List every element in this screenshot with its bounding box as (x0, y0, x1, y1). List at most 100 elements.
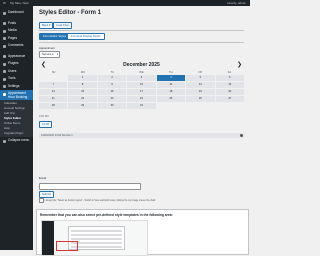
template-preview-image[interactable] (41, 220, 148, 256)
page-title: Styles Editor - Form 1 (39, 10, 102, 16)
sidebar-item-label: Appointment Hour Booking (8, 91, 28, 99)
calendar-day[interactable]: 6 (215, 75, 244, 81)
calendar-icon (2, 92, 6, 96)
remove-icon[interactable] (240, 134, 243, 137)
selected-slot-bar: 12/04/2025 14:00 Service 1 (39, 133, 244, 138)
sidebar-item-media[interactable]: Media (0, 27, 33, 35)
chevron-down-icon: ▾ (56, 53, 58, 56)
selected-slot-text: 12/04/2025 14:00 Service 1 (41, 134, 73, 137)
calendar-day[interactable]: 10 (127, 82, 156, 88)
calendar-day[interactable]: 26 (186, 96, 215, 102)
calendar-day[interactable]: 11 (156, 82, 186, 88)
sidebar-item-settings[interactable]: Settings (0, 83, 33, 91)
calendar-day[interactable]: 21 (39, 96, 68, 102)
divider (39, 30, 244, 31)
calendar-day[interactable]: 24 (127, 96, 156, 102)
calendar-day[interactable]: 31 (127, 103, 156, 109)
sidebar-menu: Dashboard Posts Media Pages Comments Appearan… (0, 6, 33, 145)
calendar-day[interactable]: 9 (97, 82, 127, 88)
sidebar-item-posts[interactable]: Posts (0, 20, 33, 28)
wrench-icon (2, 77, 6, 81)
sidebar-item-label: Media (8, 28, 17, 32)
load-files-button[interactable]: Load Files (53, 22, 72, 29)
calendar-day[interactable]: 20 (215, 89, 244, 95)
calendar-day[interactable]: 5 (186, 75, 215, 81)
collapse-icon (2, 139, 6, 143)
calendar-day[interactable]: 8 (68, 82, 97, 88)
calendar-header: ❮ December 2025 ❯ (39, 61, 244, 70)
back-button[interactable]: Back ▾ (39, 22, 54, 29)
main-content: Styles Editor - Form 1 Back ▾ Load Files… (33, 6, 250, 256)
service-select-value: Service 1 (42, 52, 54, 56)
calendar-day[interactable]: 4 (156, 75, 186, 81)
media-icon (2, 29, 6, 33)
pin-icon (2, 22, 6, 25)
collapse-label: Collapse menu (8, 138, 30, 142)
submenu-item[interactable]: Upgrade Plugin (0, 131, 33, 136)
sidebar-item-pages[interactable]: Pages (0, 35, 33, 43)
calendar-day[interactable]: 29 (68, 103, 97, 109)
divider (39, 42, 244, 43)
calendar-day[interactable]: 1 (68, 75, 97, 81)
calendar-month-title: December 2025 (123, 62, 160, 68)
time-slot-heading: 2:00 PM (39, 115, 49, 118)
tab-form-editor-styles[interactable]: Form Editor Styles (39, 33, 71, 40)
sidebar-submenu: Calendars General Settings Add Ons Styles E… (0, 100, 33, 137)
calendar-day[interactable]: 7 (39, 82, 68, 88)
brush-icon (2, 55, 6, 58)
settings-icon (2, 85, 6, 88)
sidebar-item-label: Settings (8, 83, 20, 88)
user-icon (2, 70, 6, 73)
sidebar-item-plugins[interactable]: Plugins (0, 60, 33, 68)
page-icon (2, 37, 6, 40)
terms-row: I accept the "Select as bottom layout" -… (39, 198, 156, 203)
calendar-day[interactable]: 22 (68, 96, 97, 102)
calendar-day[interactable]: 27 (215, 96, 244, 102)
sidebar-item-label: Dashboard (8, 10, 24, 14)
calendar-day[interactable]: 23 (97, 96, 127, 102)
plugin-icon (2, 62, 6, 66)
time-slot-button[interactable]: 14:00 (39, 121, 52, 128)
terms-text: I accept the "Select as bottom layout" -… (44, 199, 156, 202)
calendar-day-grid: 1 2 3 4 5 6 7 8 9 10 11 12 13 14 15 16 17 18 19 20 21 22 23 24 2… (39, 75, 244, 109)
calendar-day[interactable]: 19 (186, 89, 215, 95)
email-field[interactable] (39, 183, 141, 190)
notice-message: Remember that you can also select pre-de… (40, 213, 173, 217)
calendar-day[interactable]: 15 (68, 89, 97, 95)
templates-notice: Remember that you can also select pre-de… (36, 209, 249, 256)
sidebar-item-comments[interactable]: Comments (0, 42, 33, 50)
calendar-day[interactable]: 2 (97, 75, 127, 81)
sidebar-item-label: Pages (8, 35, 18, 40)
terms-checkbox[interactable] (39, 198, 44, 203)
calendar-day[interactable]: 12 (186, 82, 215, 88)
calendar-day[interactable]: 18 (156, 89, 186, 95)
calendar-day[interactable]: 16 (97, 89, 127, 95)
calendar-day[interactable]: 14 (39, 89, 68, 95)
calendar-day[interactable]: 30 (97, 103, 127, 109)
sidebar-item-label: Comments (8, 43, 24, 47)
admin-sidebar: Dashboard Posts Media Pages Comments Appearan… (0, 6, 33, 250)
tab-frontend-display-styles[interactable]: Frontend Display Styles (67, 33, 105, 40)
calendar-day[interactable]: 3 (127, 75, 156, 81)
comment-icon (2, 44, 6, 48)
calendar-day[interactable]: 17 (127, 89, 156, 95)
sidebar-item-label: Tools (8, 76, 16, 80)
collapse-menu-button[interactable]: Collapse menu (0, 137, 33, 145)
calendar-day[interactable]: 13 (215, 82, 244, 88)
service-select[interactable]: Service 1 ▾ (39, 51, 60, 58)
sidebar-item-label: Plugins (8, 61, 19, 65)
calendar-day[interactable]: 25 (156, 96, 186, 102)
appointment-label: Appointment (39, 46, 55, 50)
sidebar-item-appointment-hour-booking[interactable]: Appointment Hour Booking (0, 90, 33, 100)
chevron-right-icon[interactable]: ❯ (237, 62, 242, 69)
booking-calendar: ❮ December 2025 ❯ SU MO TU WE TH FR SA 1234567… (39, 61, 244, 109)
calendar-day[interactable]: 28 (39, 103, 68, 109)
sidebar-item-tools[interactable]: Tools (0, 75, 33, 83)
sidebar-item-appearance[interactable]: Appearance (0, 53, 33, 61)
sidebar-item-users[interactable]: Users (0, 68, 33, 76)
sidebar-item-label: Posts (8, 20, 16, 25)
dashboard-icon (2, 11, 6, 15)
submit-button[interactable]: Submit (39, 191, 54, 198)
sidebar-item-label: Appearance (8, 53, 26, 58)
sidebar-item-dashboard[interactable]: Dashboard (0, 9, 33, 17)
